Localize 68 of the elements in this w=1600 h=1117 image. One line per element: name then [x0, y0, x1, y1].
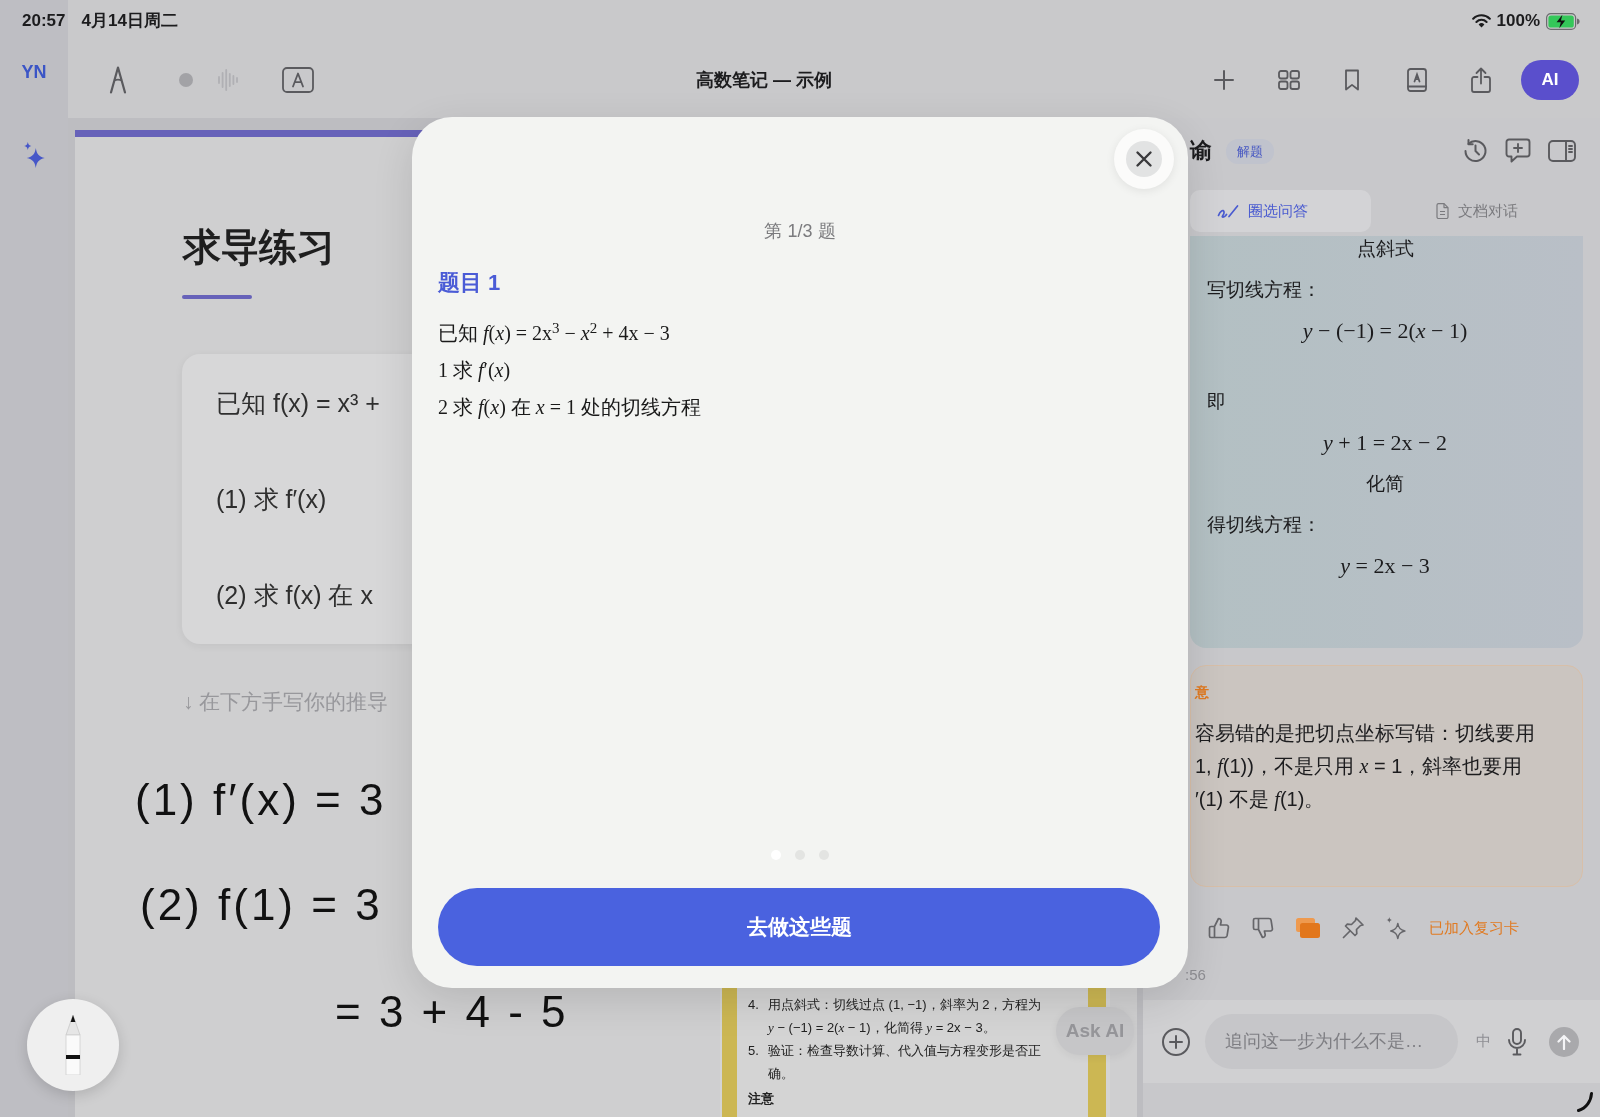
review-status: 已加入复习卡 — [1429, 917, 1519, 938]
document-title: 高数笔记 — 示例 — [696, 69, 832, 91]
pin-icon[interactable] — [1341, 916, 1365, 940]
panel-tab[interactable]: 文档对话 — [1371, 190, 1583, 232]
sparkle-icon[interactable] — [23, 142, 45, 168]
arrow-up-icon — [1557, 1033, 1571, 1050]
handwritten-line: (2) f(1) = 3 — [140, 879, 383, 931]
history-icon[interactable] — [1462, 138, 1488, 164]
question-counter: 第 1/3 题 — [764, 220, 836, 243]
accent-bar — [182, 295, 252, 299]
answer-label: 化简 — [1366, 473, 1404, 494]
problem-text: (2) 求 f(x) 在 x — [216, 580, 373, 610]
sidebar-icon[interactable] — [1548, 140, 1576, 162]
question-title: 题目 1 — [438, 269, 501, 297]
microphone-icon[interactable] — [1507, 1027, 1527, 1056]
wifi-icon — [1471, 14, 1491, 28]
message-time: :56 — [1185, 965, 1206, 985]
handwritten-line: (1) f′(x) = 3 — [135, 774, 387, 826]
list-item: 5. 验证：检查导数计算、代入值与方程变形是否正确。 — [748, 1042, 1042, 1083]
pen-nib-icon[interactable] — [108, 66, 128, 94]
close-icon — [1126, 141, 1162, 177]
answer-text: 即 — [1207, 391, 1226, 412]
grid-icon[interactable] — [1278, 70, 1300, 90]
curve-mark-icon — [1577, 1092, 1593, 1112]
battery-charging-icon — [1546, 12, 1580, 30]
answer-text: 写切线方程： — [1207, 279, 1321, 300]
document-icon — [1436, 203, 1449, 219]
dot-icon[interactable] — [179, 73, 193, 87]
thumbs-up-icon[interactable] — [1207, 916, 1231, 940]
sparkle-icon[interactable] — [1385, 916, 1407, 940]
question-line: 2 求 f(x) 在 x = 1 处的切线方程 — [438, 395, 701, 421]
math-formula: y = 2x − 3 — [1340, 553, 1430, 578]
add-comment-icon[interactable] — [1505, 138, 1531, 164]
bookmark-icon[interactable] — [1344, 69, 1360, 91]
list-item: 4. 用点斜式：切线过点 (1, −1)，斜率为 2，方程为 y − (−1) = 2(x − 1)，化简得 y = 2x − 3。 — [748, 996, 1043, 1037]
panel-tab[interactable]: 圈选问答 — [1190, 190, 1371, 232]
question-line: 已知 f(x) = 2x$^{3}$ − x$^{2}$ + 4x − 3 — [438, 318, 670, 347]
page-heading: 求导练习 — [183, 225, 335, 269]
text-box-icon[interactable] — [282, 67, 314, 93]
math-formula: y + 1 = 2x − 2 — [1323, 430, 1447, 455]
answer-text: 得切线方程： — [1207, 514, 1321, 535]
answer-label: 点斜式 — [1356, 238, 1414, 259]
battery-percent: 100% — [1496, 11, 1540, 31]
status-time: 20:57 — [22, 11, 66, 31]
note-label: 意 — [1195, 683, 1209, 702]
thumbs-down-icon[interactable] — [1251, 916, 1275, 940]
start-practice-button[interactable]: 去做这些题 — [438, 888, 1160, 966]
ime-indicator[interactable]: 中 — [1476, 1030, 1491, 1053]
panel-title: 谕 — [1190, 138, 1212, 164]
book-icon[interactable] — [1407, 68, 1427, 92]
status-date: 4月14日周二 — [81, 11, 178, 31]
pencil-icon — [62, 1015, 84, 1075]
scribble-pen-icon — [1217, 204, 1239, 218]
problem-text: 已知 f(x) = x³ + — [216, 388, 380, 418]
plus-circle-icon[interactable] — [1162, 1027, 1190, 1056]
handwritten-line: = 3 + 4 - 5 — [335, 986, 569, 1038]
problem-text: (1) 求 f′(x) — [216, 484, 327, 514]
share-icon[interactable] — [1471, 67, 1491, 93]
question-line: 1 求 f′(x) — [438, 358, 511, 384]
ai-button[interactable]: AI — [1521, 60, 1579, 100]
logo-text: YN — [21, 61, 47, 83]
section-heading: 注意 — [748, 1090, 774, 1108]
note-text: 容易错的是把切点坐标写错：切线要用 1, f(1))，不是只用 x = 1，斜率也要用 ′(1) 不是 f(1)。 — [1195, 721, 1535, 813]
send-button[interactable] — [1549, 1026, 1579, 1057]
plus-icon[interactable] — [1214, 70, 1234, 90]
chat-input[interactable]: 追问这一步为什么不是… — [1205, 1014, 1458, 1069]
math-formula: y − (−1) = 2(x − 1) — [1302, 318, 1468, 343]
mode-badge: 解题 — [1226, 138, 1274, 164]
